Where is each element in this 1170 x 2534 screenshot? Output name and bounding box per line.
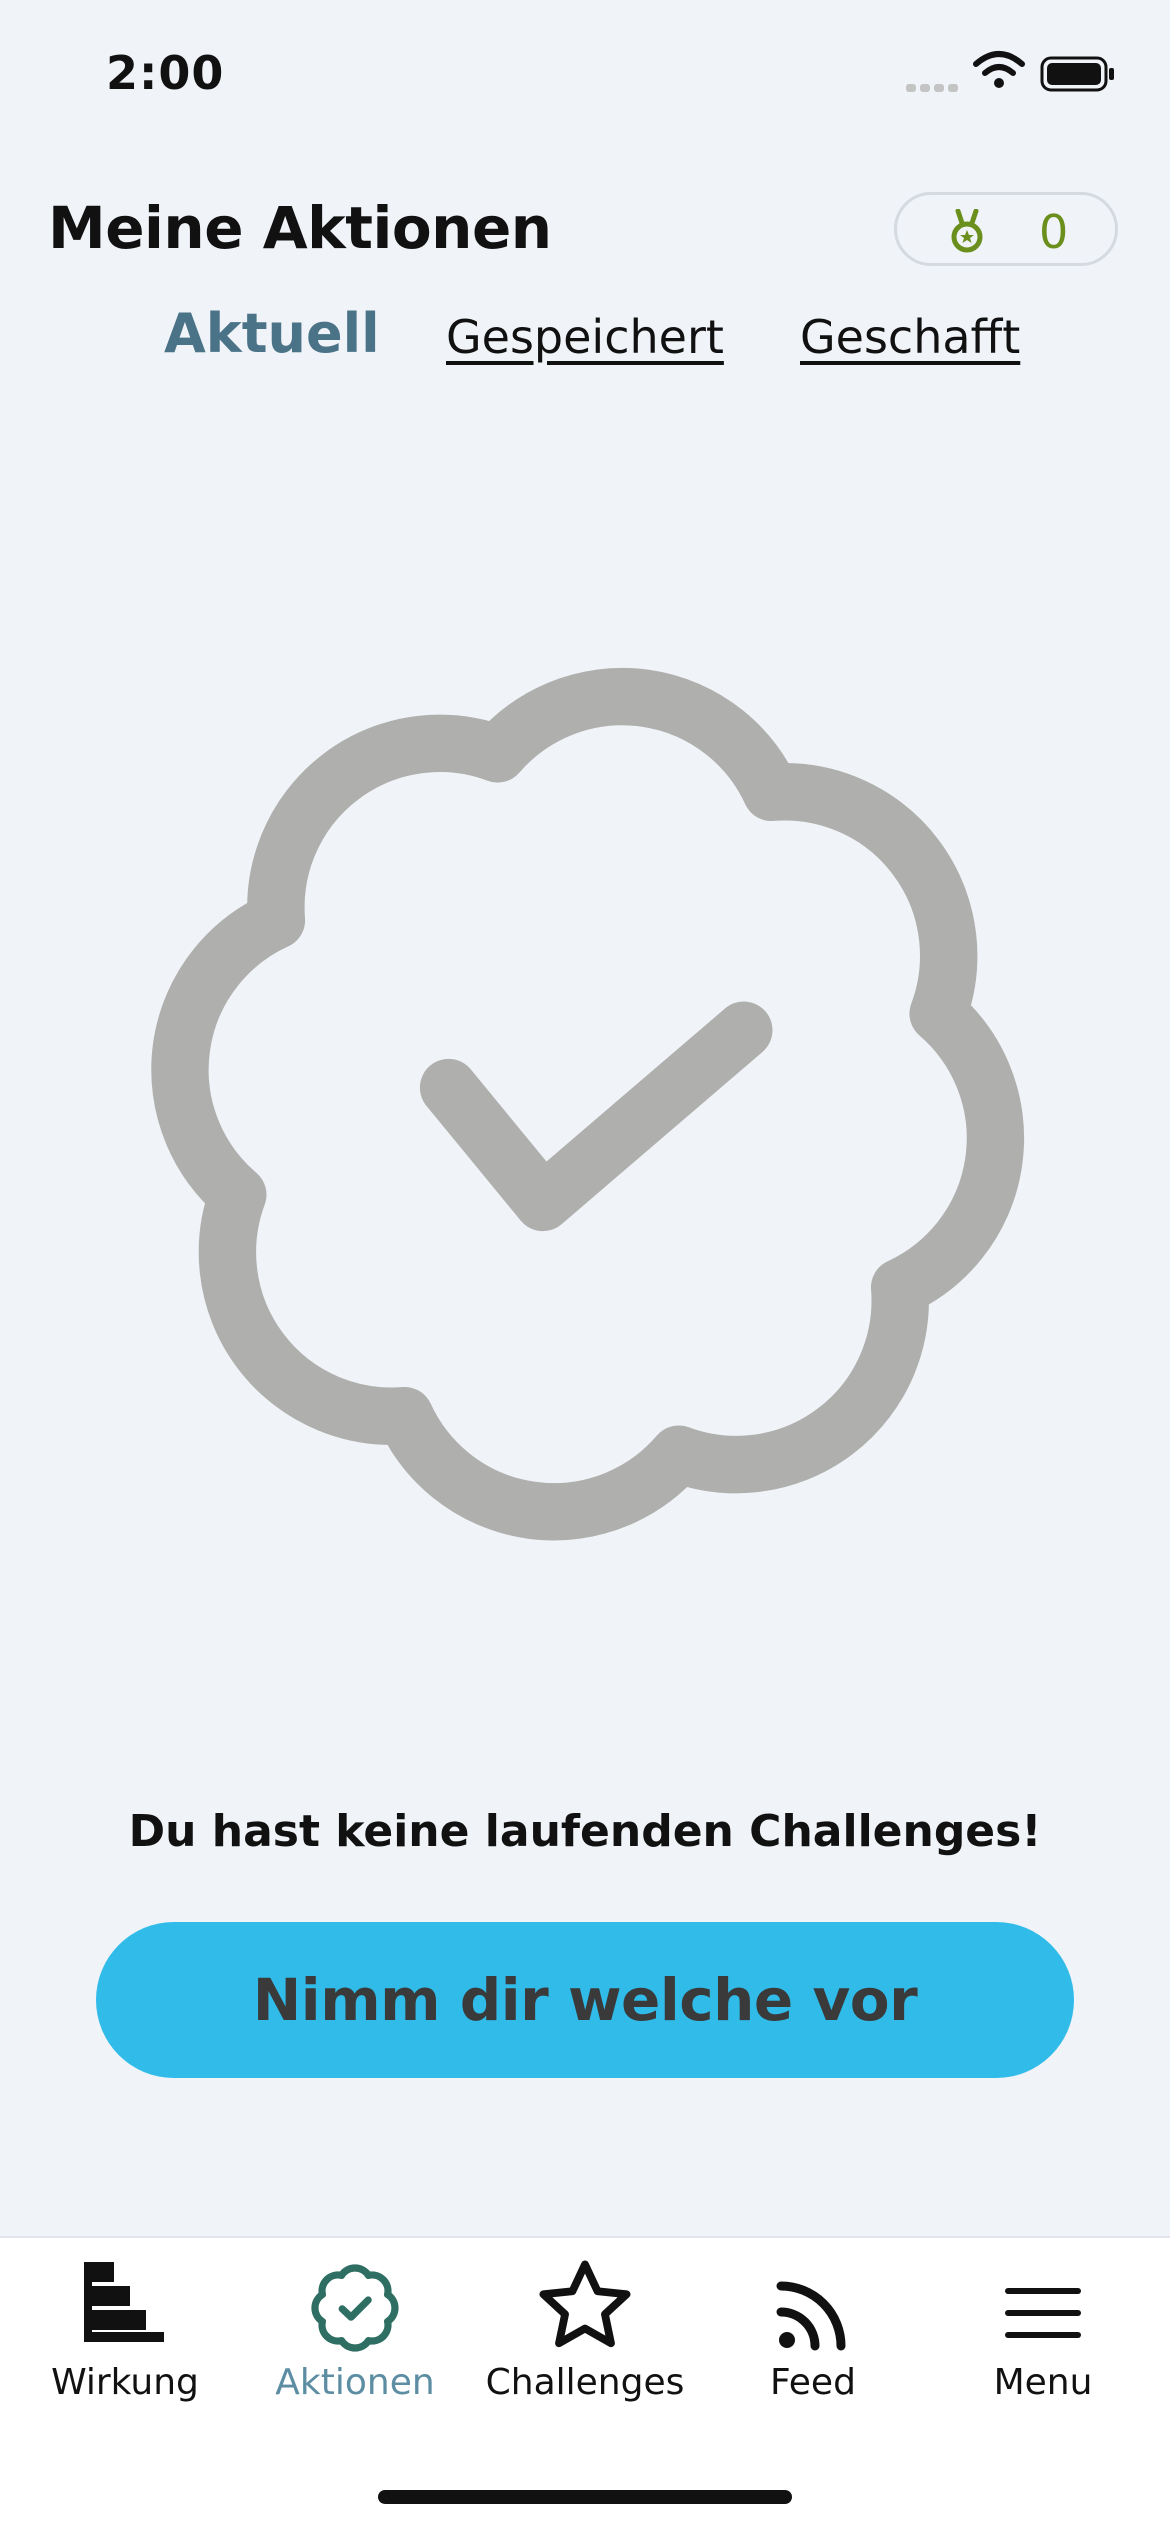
cellular-signal-icon (906, 84, 958, 92)
rss-feed-icon (776, 2281, 846, 2351)
find-challenges-button[interactable]: Nimm dir welche vor (96, 1922, 1074, 2078)
badge-check-icon (311, 2264, 399, 2352)
nav-label-wirkung: Wirkung (51, 2362, 199, 2403)
nav-label-challenges: Challenges (485, 2362, 685, 2403)
status-time: 2:00 (106, 46, 225, 100)
impact-chart-icon (84, 2262, 164, 2342)
points-badge[interactable]: 0 (894, 192, 1118, 266)
nav-item-wirkung[interactable]: Wirkung (8, 2252, 242, 2403)
tab-geschafft[interactable]: Geschafft (800, 310, 1020, 364)
nav-item-feed[interactable]: Feed (696, 2252, 930, 2403)
home-indicator[interactable] (378, 2490, 792, 2504)
nav-label-aktionen: Aktionen (275, 2362, 435, 2403)
empty-state-message: Du hast keine laufenden Challenges! (128, 1806, 1042, 1857)
points-value: 0 (1039, 205, 1069, 259)
tab-aktuell[interactable]: Aktuell (164, 302, 380, 365)
nav-label-feed: Feed (770, 2362, 856, 2403)
hamburger-menu-icon (1005, 2288, 1081, 2338)
nav-label-menu: Menu (993, 2362, 1093, 2403)
tab-gespeichert[interactable]: Gespeichert (446, 310, 724, 364)
star-icon (539, 2260, 631, 2348)
wifi-icon (973, 51, 1025, 88)
badge-check-icon (151, 667, 1025, 1541)
nav-item-aktionen[interactable]: Aktionen (238, 2252, 472, 2403)
medal-icon (951, 209, 983, 253)
nav-item-menu[interactable]: Menu (926, 2252, 1160, 2403)
nav-item-challenges[interactable]: Challenges (468, 2252, 702, 2403)
page-title: Meine Aktionen (48, 194, 552, 262)
battery-icon (1040, 56, 1114, 92)
